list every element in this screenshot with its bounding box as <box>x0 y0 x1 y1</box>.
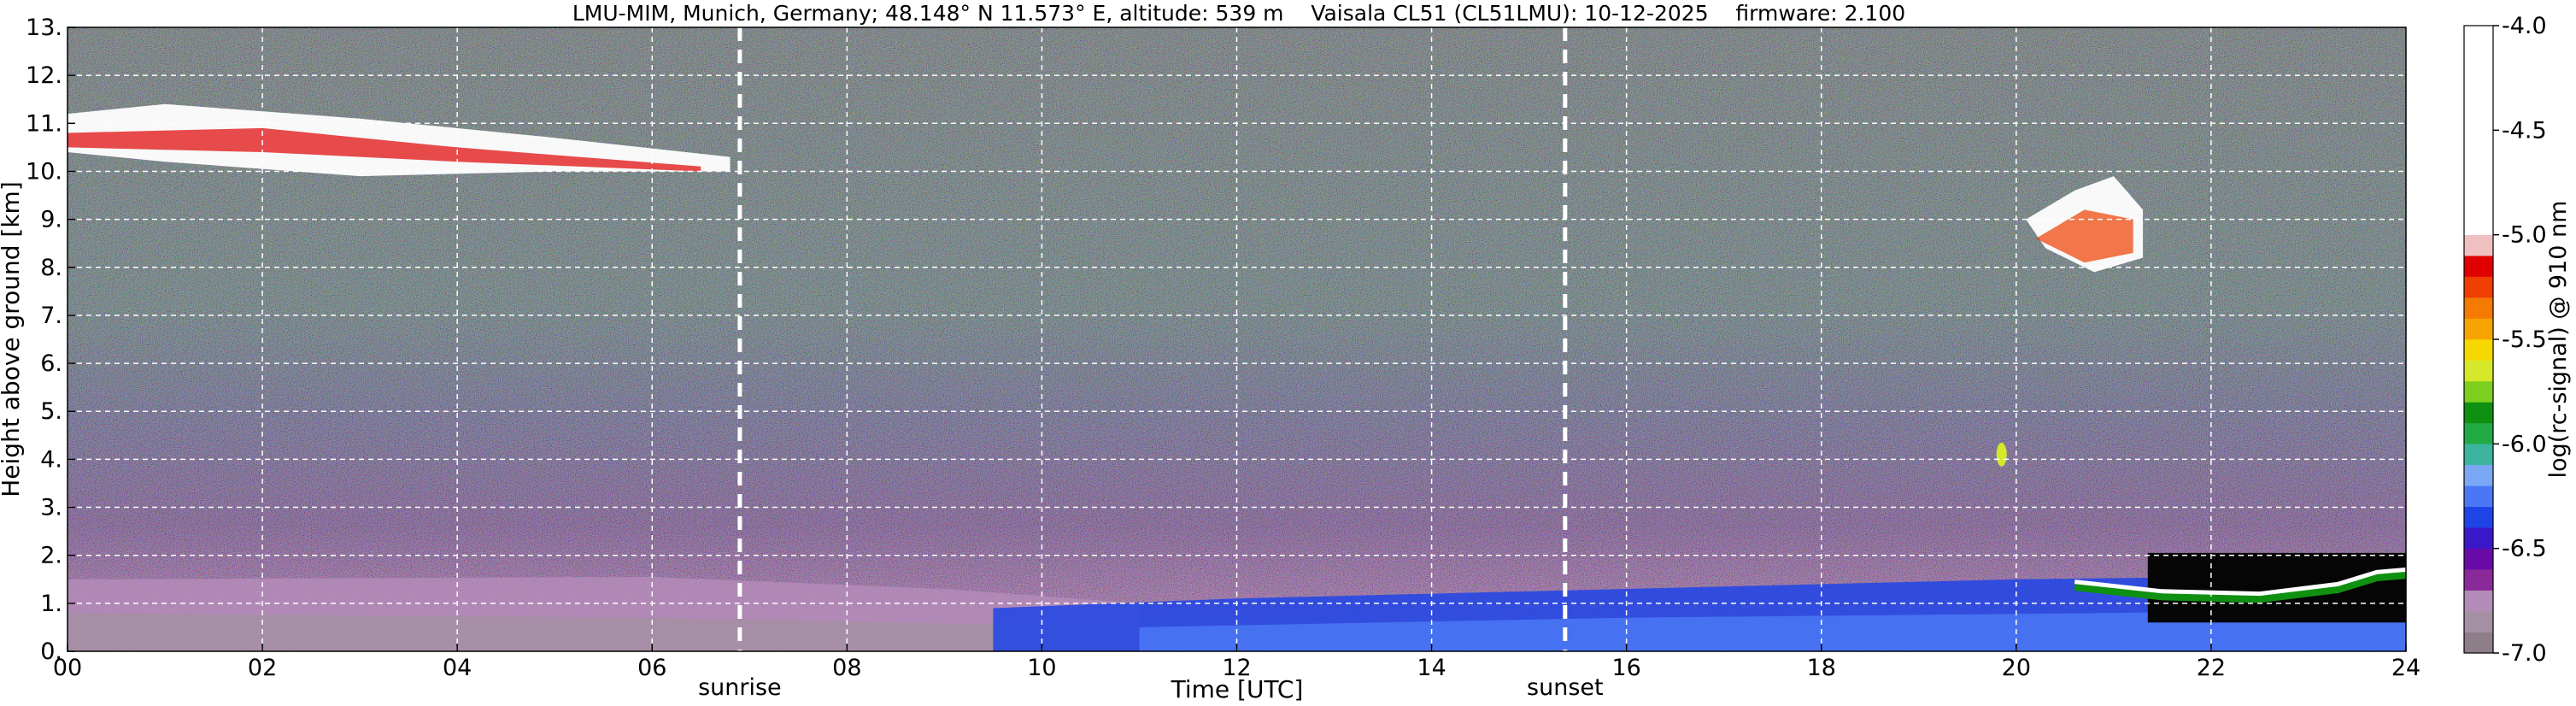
colorbar-tick-label: -4.5 <box>2502 117 2547 144</box>
colorbar-bin <box>2464 318 2493 340</box>
x-tick-label: 20 <box>2002 655 2031 681</box>
colorbar-bin <box>2464 256 2493 277</box>
sunrise-label: sunrise <box>698 674 782 701</box>
colorbar-bin <box>2464 464 2493 486</box>
colorbar-bin <box>2464 506 2493 528</box>
y-tick-label: 4. <box>40 446 62 473</box>
y-tick-label: 1. <box>40 591 62 617</box>
x-tick-label: 18 <box>1807 655 1836 681</box>
y-tick-label: 8. <box>40 255 62 281</box>
colorbar: -4.0 -4.5 -5.0 -5.5 -6.0 -6.5 -7.0 <box>2463 13 2547 667</box>
colorbar-bin <box>2464 234 2493 256</box>
colorbar-bin <box>2464 569 2493 591</box>
colorbar-bin <box>2464 297 2493 319</box>
colorbar-bin <box>2464 611 2493 632</box>
colorbar-bin <box>2464 380 2493 403</box>
colorbar-tick-label: -5.0 <box>2502 222 2547 249</box>
x-tick-label: 06 <box>637 655 666 681</box>
colorbar-bin <box>2464 444 2493 466</box>
colorbar-tick-label: -4.0 <box>2502 13 2547 39</box>
colorbar-tick-label: -6.0 <box>2502 431 2547 457</box>
y-tick-label: 6. <box>40 350 62 377</box>
y-tick-label: 0. <box>40 638 62 665</box>
y-tick-label: 5. <box>40 398 62 425</box>
y-tick-label: 2. <box>40 543 62 569</box>
y-tick-label: 11. <box>26 110 62 137</box>
missing-data-block <box>2147 552 2406 623</box>
colorbar-bin <box>2464 360 2493 382</box>
x-tick-label: 10 <box>1027 655 1056 681</box>
colorbar-tick-label: -5.5 <box>2502 327 2547 353</box>
x-tick-label: 08 <box>832 655 861 681</box>
y-tick-label: 12. <box>26 62 62 89</box>
colorbar-bin <box>2464 632 2493 654</box>
colorbar-bin <box>2464 402 2493 424</box>
y-tick-label: 7. <box>40 303 62 329</box>
sunset-label: sunset <box>1527 674 1604 701</box>
y-tick-label: 3. <box>40 495 62 521</box>
aerosol-layer-blob <box>1996 442 2007 467</box>
colorbar-bin <box>2464 548 2493 570</box>
colorbar-bin <box>2464 26 2493 235</box>
x-tick-label: 02 <box>248 655 277 681</box>
colorbar-bin <box>2464 339 2493 361</box>
y-tick-label: 9. <box>40 207 62 233</box>
x-axis-label: Time [UTC] <box>1171 675 1304 703</box>
chart-title: LMU-MIM, Munich, Germany; 48.148° N 11.5… <box>572 1 1905 26</box>
y-tick-label: 13. <box>26 15 62 41</box>
colorbar-bin <box>2464 590 2493 612</box>
colorbar-label: log(rc-signal) @ 910 nm <box>2545 201 2572 479</box>
ceilometer-backscatter-figure: LMU-MIM, Munich, Germany; 48.148° N 11.5… <box>0 1 2572 703</box>
plot-area <box>67 27 2406 651</box>
colorbar-bin <box>2464 422 2493 444</box>
colorbar-bin <box>2464 485 2493 508</box>
x-tick-label: 14 <box>1417 655 1446 681</box>
colorbar-bin <box>2464 527 2493 549</box>
colorbar-tick-label: -6.5 <box>2502 536 2547 562</box>
x-tick-label: 24 <box>2391 655 2421 681</box>
x-tick-label: 04 <box>443 655 472 681</box>
colorbar-tick-label: -7.0 <box>2502 640 2547 667</box>
y-axis-label: Height above ground [km] <box>0 181 25 497</box>
x-tick-label: 16 <box>1611 655 1640 681</box>
y-tick-label: 10. <box>26 158 62 185</box>
x-tick-label: 22 <box>2197 655 2226 681</box>
colorbar-bin <box>2464 276 2493 298</box>
